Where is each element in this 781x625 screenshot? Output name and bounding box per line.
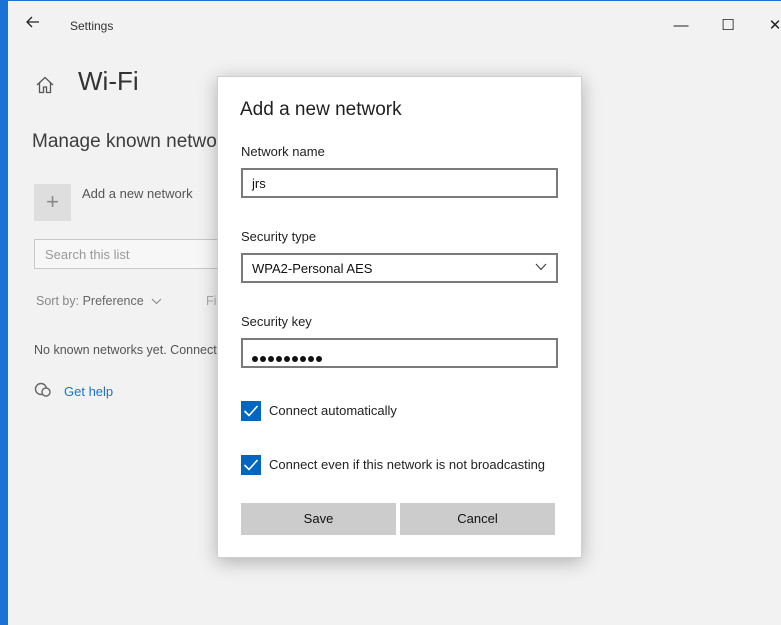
home-icon[interactable]	[34, 74, 56, 96]
network-name-label: Network name	[241, 144, 325, 159]
network-name-input[interactable]: jrs	[241, 168, 558, 198]
help-chat-icon	[34, 382, 51, 397]
minimize-button[interactable]: —	[658, 11, 704, 41]
close-button[interactable]: ✕	[752, 11, 781, 41]
connect-automatically-label: Connect automatically	[269, 403, 397, 418]
sort-dropdown[interactable]: Sort by: Preference	[36, 294, 162, 308]
chevron-down-icon	[151, 298, 162, 305]
get-help-link[interactable]: Get help	[64, 384, 113, 399]
password-dot	[252, 356, 258, 362]
password-dot	[300, 356, 306, 362]
empty-state-message: No known networks yet. Connect to a netw…	[34, 343, 224, 357]
password-dot	[260, 356, 266, 362]
password-dot	[284, 356, 290, 362]
password-dot	[292, 356, 298, 362]
title-bar: Settings — ☐ ✕	[8, 1, 781, 43]
sort-value: Preference	[82, 294, 144, 308]
password-dot	[268, 356, 274, 362]
security-type-select[interactable]: WPA2-Personal AES	[241, 253, 558, 283]
password-dot	[276, 356, 282, 362]
chevron-down-icon	[535, 263, 547, 271]
save-button[interactable]: Save	[241, 503, 396, 535]
connect-hidden-label: Connect even if this network is not broa…	[269, 457, 546, 472]
security-key-input[interactable]	[241, 338, 558, 368]
section-title: Manage known networks	[32, 131, 222, 152]
security-type-label: Security type	[241, 229, 317, 244]
app-title: Settings	[70, 19, 114, 33]
security-key-label: Security key	[241, 314, 312, 329]
password-dot	[308, 356, 314, 362]
add-network-dialog: Add a new network Network name jrs Secur…	[217, 76, 582, 558]
back-arrow-icon[interactable]	[22, 13, 44, 35]
search-input[interactable]: Search this list	[34, 239, 234, 269]
masked-password	[252, 350, 324, 365]
connect-hidden-checkbox[interactable]	[241, 455, 261, 475]
sort-label: Sort by:	[36, 294, 80, 308]
dialog-title: Add a new network	[240, 99, 402, 120]
checkmark-icon	[243, 405, 259, 417]
page-title: Wi-Fi	[78, 66, 139, 96]
connect-automatically-checkbox[interactable]	[241, 401, 261, 421]
add-network-plus-icon[interactable]: +	[34, 184, 71, 221]
security-type-value: WPA2-Personal AES	[252, 261, 373, 276]
maximize-button[interactable]: ☐	[705, 11, 751, 41]
cancel-button[interactable]: Cancel	[400, 503, 555, 535]
add-network-link[interactable]: Add a new network	[82, 186, 193, 201]
filter-dropdown[interactable]: Fi	[206, 294, 216, 308]
checkmark-icon	[243, 459, 259, 471]
password-dot	[316, 356, 322, 362]
